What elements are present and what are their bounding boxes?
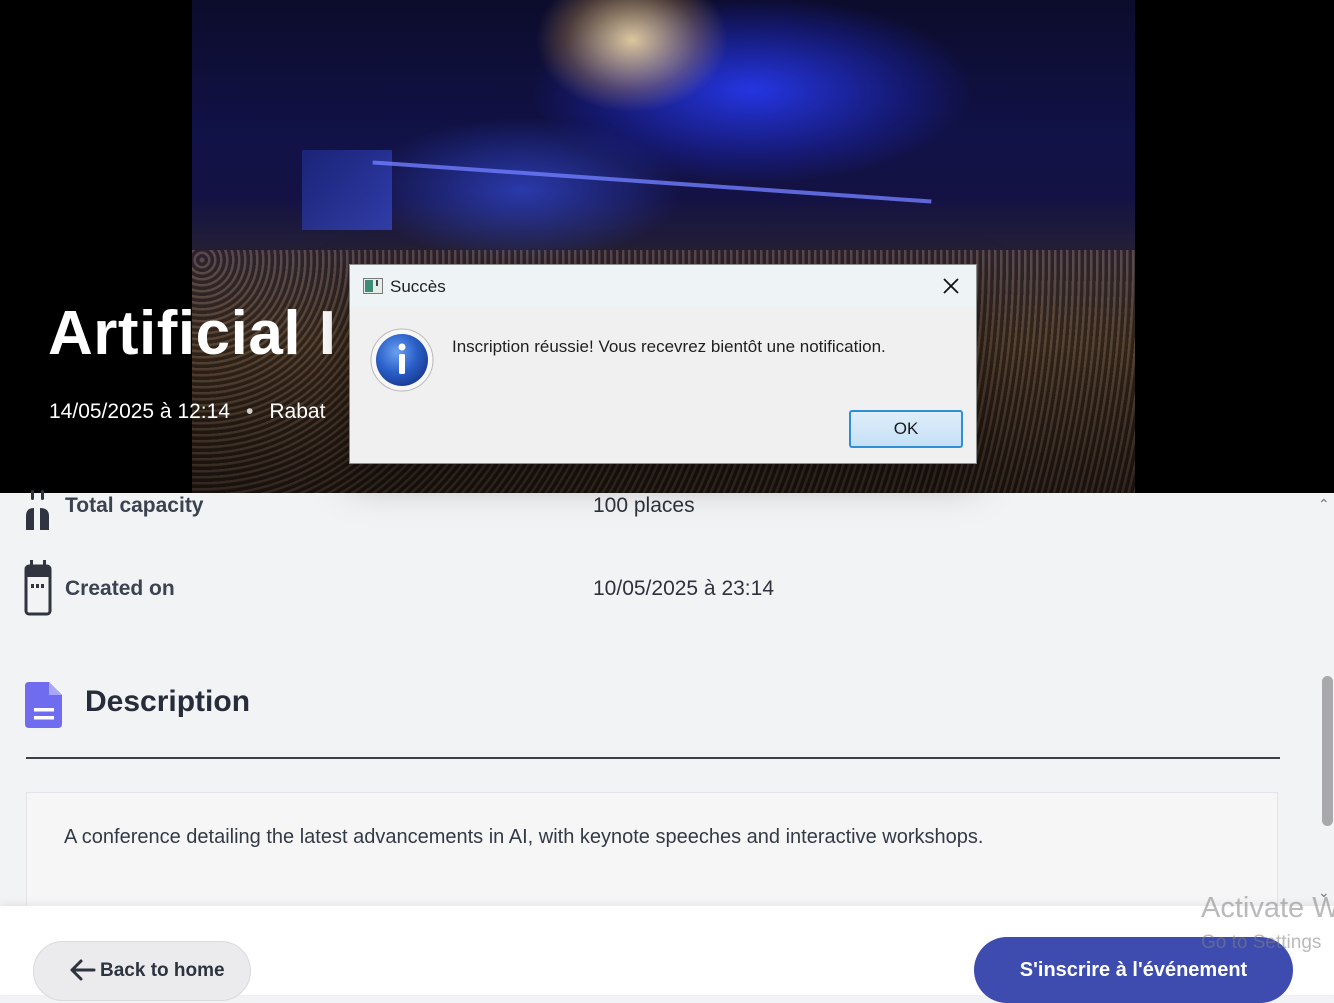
scroll-up-icon[interactable]: ⌃ (1318, 496, 1330, 513)
event-title: Artificial I (48, 299, 337, 368)
capacity-value: 100 places (593, 494, 695, 517)
meta-separator: • (246, 400, 254, 423)
arrow-left-icon (70, 959, 96, 981)
back-to-home-button[interactable]: Back to home (33, 941, 251, 1001)
people-icon (24, 490, 52, 537)
success-dialog: Succès Inscription réussie! Vous recevre… (349, 264, 977, 464)
description-divider (26, 757, 1280, 759)
action-footer: Back to home S'inscrire à l'événement (0, 906, 1334, 1003)
dialog-title: Succès (390, 277, 446, 296)
event-datetime: 14/05/2025 à 12:14 (49, 400, 231, 423)
calendar-icon (24, 560, 52, 621)
document-icon (25, 682, 63, 733)
dialog-titlebar: Succès (350, 265, 976, 307)
capacity-label: Total capacity (65, 494, 204, 517)
capacity-row: Total capacity 100 places (24, 490, 1274, 550)
created-value: 10/05/2025 à 23:14 (593, 577, 775, 600)
ok-button[interactable]: OK (849, 410, 963, 448)
stage-light-bar (372, 160, 932, 204)
description-heading: Description (85, 685, 251, 718)
description-text: A conference detailing the latest advanc… (64, 826, 984, 848)
app-window-icon (363, 278, 383, 299)
created-row: Created on 10/05/2025 à 23:14 (24, 560, 1274, 620)
scrollbar-thumb[interactable] (1322, 676, 1333, 826)
close-icon[interactable] (941, 276, 961, 301)
event-meta: 14/05/2025 à 12:14 • Rabat (49, 400, 325, 424)
event-location: Rabat (269, 400, 326, 423)
back-to-home-label: Back to home (100, 960, 225, 981)
activation-watermark-title: Activate W (1201, 892, 1334, 924)
activation-watermark-subtitle: Go to Settings (1201, 932, 1322, 953)
dialog-message: Inscription réussie! Vous recevrez bient… (452, 337, 886, 356)
info-icon (370, 328, 434, 397)
created-label: Created on (65, 577, 175, 600)
